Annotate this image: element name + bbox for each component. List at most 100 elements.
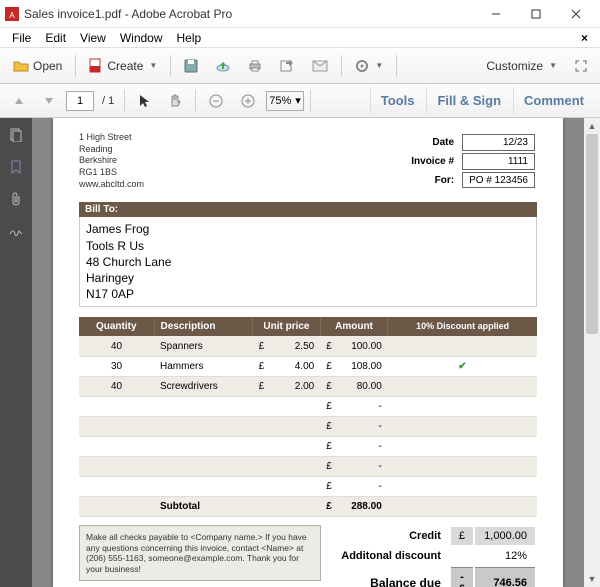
tools-pane-button[interactable]: Tools [370,87,425,114]
table-row: 30Hammers£4.00£108.00✔ [79,356,537,376]
toolbar-divider [124,90,125,112]
pdf-page: 1 High Street Reading Berkshire RG1 1BS … [53,118,563,587]
customize-button[interactable]: Customize ▼ [479,53,564,79]
scroll-down-icon[interactable]: ▼ [584,571,600,587]
billto-address: James Frog Tools R Us 48 Church Lane Har… [79,217,537,307]
folder-open-icon [13,59,29,73]
window-title: Sales invoice1.pdf - Adobe Acrobat Pro [24,7,476,21]
chevron-down-icon: ▾ [295,94,301,107]
envelope-icon [312,60,328,72]
next-page-button[interactable] [36,88,62,114]
navigation-bar: / 1 75%▾ Tools Fill & Sign Comment [0,84,600,118]
menu-window[interactable]: Window [114,29,169,47]
page-count-label: / 1 [98,95,118,107]
paperclip-icon [10,192,22,206]
menu-view[interactable]: View [74,29,112,47]
menu-edit[interactable]: Edit [39,29,72,47]
open-label: Open [33,59,62,73]
line-items-table: Quantity Description Unit price Amount 1… [79,317,537,517]
comment-pane-button[interactable]: Comment [513,87,594,114]
gear-icon [355,59,369,73]
hand-tool-button[interactable] [161,88,189,114]
toolbar-divider [341,55,342,77]
table-row: £- [79,476,537,496]
chevron-down-icon: ▼ [549,61,557,70]
signature-icon [9,225,23,237]
zoom-out-button[interactable] [202,88,230,114]
email-button[interactable] [305,53,335,79]
col-disc: 10% Discount applied [388,317,537,336]
save-button[interactable] [177,53,205,79]
close-button[interactable] [556,0,596,28]
vertical-scrollbar[interactable]: ▲ ▼ [584,118,600,587]
share-icon [280,59,294,73]
subtotal-label: Subtotal [154,496,253,516]
payment-note: Make all checks payable to <Company name… [79,525,321,582]
cursor-icon [138,94,150,108]
col-unit: Unit price [253,317,321,336]
maximize-button[interactable] [516,0,556,28]
toolbar-divider [396,55,397,77]
select-tool-button[interactable] [131,88,157,114]
table-row: 40Spanners£2.50£100.00 [79,336,537,356]
fill-sign-pane-button[interactable]: Fill & Sign [426,87,511,114]
signatures-panel-button[interactable] [7,222,25,240]
col-qty: Quantity [79,317,154,336]
minus-circle-icon [209,94,223,108]
window-titlebar: A Sales invoice1.pdf - Adobe Acrobat Pro [0,0,600,28]
bookmarks-panel-button[interactable] [7,158,25,176]
print-button[interactable] [241,53,269,79]
table-row: 40Screwdrivers£2.00£80.00 [79,376,537,396]
chevron-down-icon: ▼ [149,61,157,70]
open-button[interactable]: Open [6,53,69,79]
toolbar-divider [170,55,171,77]
share-button[interactable] [273,53,301,79]
chevron-down-icon: ▼ [375,61,383,70]
toolbar-divider [310,90,311,112]
toolbar: Open Create ▼ ▼ Customize ▼ [0,48,600,84]
bookmark-icon [10,160,22,174]
save-icon [184,59,198,73]
scroll-thumb[interactable] [586,134,598,334]
hand-icon [168,94,182,108]
scroll-up-icon[interactable]: ▲ [584,118,600,134]
table-row: £- [79,396,537,416]
create-button[interactable]: Create ▼ [82,53,164,79]
create-pdf-icon [89,58,103,74]
left-sidebar [0,118,32,587]
zoom-select[interactable]: 75%▾ [266,91,304,111]
arrow-up-icon [14,96,24,106]
plus-circle-icon [241,94,255,108]
col-amount: Amount [320,317,388,336]
menubar-close-icon[interactable]: × [575,31,594,45]
pages-icon [9,128,23,142]
fullscreen-button[interactable] [568,53,594,79]
menu-bar: File Edit View Window Help × [0,28,600,48]
billto-header: Bill To: [79,202,537,217]
svg-text:A: A [9,11,15,20]
company-address: 1 High Street Reading Berkshire RG1 1BS … [79,132,144,190]
menu-file[interactable]: File [6,29,37,47]
col-desc: Description [154,317,253,336]
document-viewport[interactable]: 1 High Street Reading Berkshire RG1 1BS … [32,118,600,587]
cloud-upload-icon [216,59,230,73]
export-button[interactable] [209,53,237,79]
menu-help[interactable]: Help [171,29,208,47]
zoom-in-button[interactable] [234,88,262,114]
expand-icon [575,60,587,72]
table-row: £- [79,456,537,476]
page-number-input[interactable] [66,91,94,111]
content-area: 1 High Street Reading Berkshire RG1 1BS … [0,118,600,587]
prev-page-button[interactable] [6,88,32,114]
minimize-button[interactable] [476,0,516,28]
table-row: £- [79,436,537,456]
toolbar-divider [195,90,196,112]
pdf-icon: A [4,6,20,22]
attachments-panel-button[interactable] [7,190,25,208]
arrow-down-icon [44,96,54,106]
thumbnails-panel-button[interactable] [7,126,25,144]
settings-button[interactable]: ▼ [348,53,390,79]
customize-label: Customize [486,59,543,73]
table-row: £- [79,416,537,436]
toolbar-divider [75,55,76,77]
